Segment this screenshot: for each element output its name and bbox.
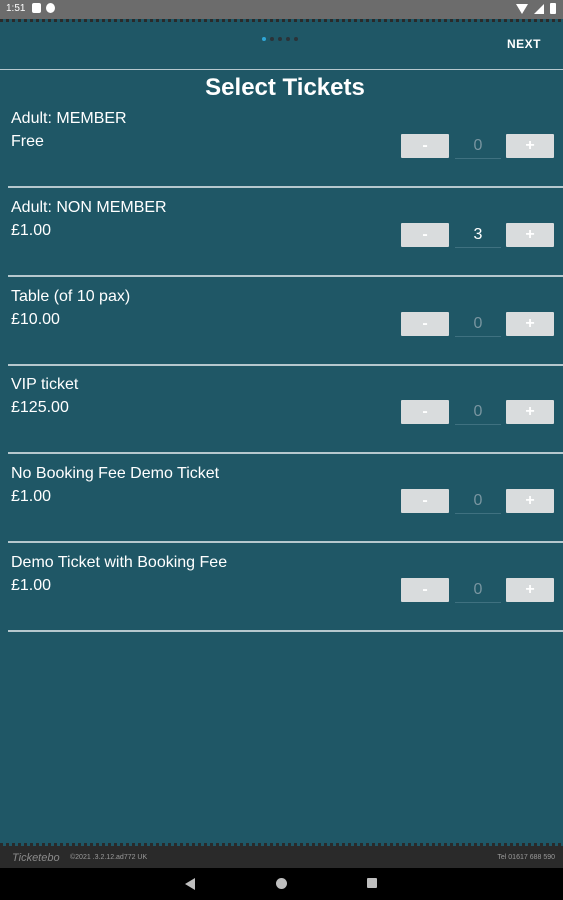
ticket-divider [8, 186, 563, 188]
home-icon[interactable] [276, 878, 287, 889]
page-dot [294, 37, 298, 41]
status-bar: 1:51 [0, 0, 563, 19]
ticket-name: Table (of 10 pax) [11, 288, 131, 305]
decrease-quantity-button[interactable]: - [401, 400, 449, 424]
quantity-field[interactable]: 0 [455, 135, 501, 159]
increase-quantity-button[interactable]: + [506, 489, 554, 513]
wifi-icon [516, 3, 528, 14]
page-dot [278, 37, 282, 41]
decrease-quantity-button[interactable]: - [401, 489, 449, 513]
page-indicator [262, 37, 298, 41]
ticket-name: Demo Ticket with Booking Fee [11, 554, 228, 571]
ticket-row: Adult: MEMBER Free - 0 + [0, 110, 563, 199]
ticket-name: No Booking Fee Demo Ticket [11, 465, 220, 482]
footer-logo: Ticketebo [12, 852, 60, 864]
increase-quantity-button[interactable]: + [506, 223, 554, 247]
system-nav-bar [0, 868, 563, 900]
ticket-price: £125.00 [11, 399, 69, 416]
status-icons-right [516, 3, 556, 14]
increase-quantity-button[interactable]: + [506, 578, 554, 602]
recents-icon[interactable] [367, 878, 377, 888]
page-dot [270, 37, 274, 41]
signal-icon [534, 3, 544, 14]
ticket-row: VIP ticket £125.00 - 0 + [0, 376, 563, 465]
page-dot-active [262, 37, 266, 41]
status-icons-left [32, 3, 55, 13]
ticket-name: Adult: MEMBER [11, 110, 127, 127]
quantity-field[interactable]: 0 [455, 579, 501, 603]
back-icon[interactable] [185, 878, 195, 890]
decrease-quantity-button[interactable]: - [401, 134, 449, 158]
header-divider [0, 69, 563, 70]
status-time: 1:51 [6, 3, 26, 14]
next-button[interactable]: NEXT [507, 37, 541, 51]
increase-quantity-button[interactable]: + [506, 312, 554, 336]
decrease-quantity-button[interactable]: - [401, 223, 449, 247]
ticket-row: Table (of 10 pax) £10.00 - 0 + [0, 288, 563, 377]
ticket-row: Adult: NON MEMBER £1.00 - 3 + [0, 199, 563, 288]
increase-quantity-button[interactable]: + [506, 400, 554, 424]
document-icon [32, 3, 41, 13]
ticket-price: £1.00 [11, 488, 52, 505]
battery-icon [550, 3, 556, 14]
ticket-row: No Booking Fee Demo Ticket £1.00 - 0 + [0, 465, 563, 554]
decrease-quantity-button[interactable]: - [401, 578, 449, 602]
ticket-divider [8, 364, 563, 366]
quantity-field[interactable]: 0 [455, 401, 501, 425]
page-title: Select Tickets [205, 74, 365, 101]
page-dot [286, 37, 290, 41]
ticket-price: £1.00 [11, 577, 52, 594]
footer: Ticketebo ©2021 .3.2.12.ad772 UK Tel 016… [0, 846, 563, 868]
header: NEXT [0, 22, 563, 69]
ticket-divider [8, 630, 563, 632]
quantity-field[interactable]: 3 [455, 224, 501, 248]
increase-quantity-button[interactable]: + [506, 134, 554, 158]
ticket-divider [8, 275, 563, 277]
footer-version: ©2021 .3.2.12.ad772 UK [70, 854, 148, 861]
ticket-name: Adult: NON MEMBER [11, 199, 167, 216]
ticket-divider [8, 541, 563, 543]
ticket-price: £1.00 [11, 222, 52, 239]
quantity-field[interactable]: 0 [455, 313, 501, 337]
decrease-quantity-button[interactable]: - [401, 312, 449, 336]
ticket-divider [8, 452, 563, 454]
ticket-row: Demo Ticket with Booking Fee £1.00 - 0 + [0, 554, 563, 643]
ticket-name: VIP ticket [11, 376, 79, 393]
ticket-price: £10.00 [11, 311, 60, 328]
quantity-field[interactable]: 0 [455, 490, 501, 514]
footer-tel: Tel 01617 688 590 [497, 854, 555, 861]
ticket-price: Free [11, 133, 44, 150]
settings-icon [46, 3, 55, 13]
